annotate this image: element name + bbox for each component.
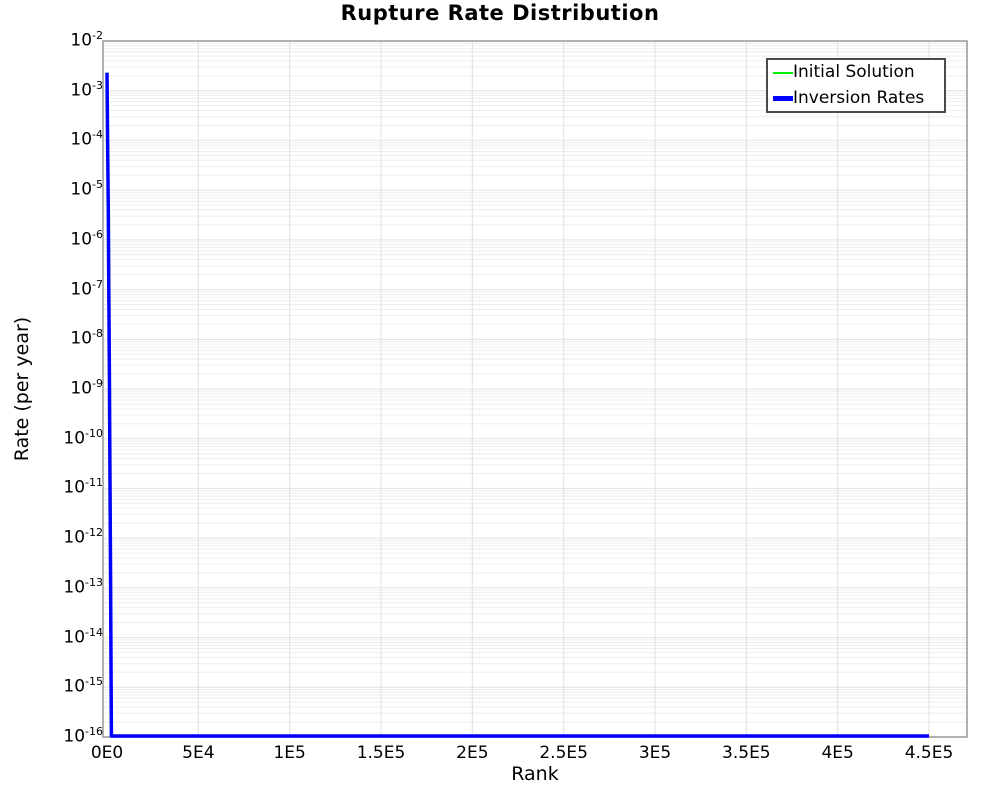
plot-area <box>0 0 1000 800</box>
y-axis-title: Rate (per year) <box>11 317 33 461</box>
y-tick-label: 10-4 <box>70 128 103 150</box>
y-tick-label: 10-6 <box>70 228 103 250</box>
x-tick-label: 3E5 <box>610 743 700 763</box>
y-tick-label: 10-9 <box>70 377 103 399</box>
y-tick-label: 10-12 <box>63 526 103 548</box>
legend-label: Initial Solution <box>793 64 915 81</box>
x-tick-label: 4.5E5 <box>884 743 974 763</box>
y-tick-label: 10-3 <box>70 79 103 101</box>
x-axis-title: Rank <box>511 763 558 785</box>
x-tick-label: 1E5 <box>245 743 335 763</box>
chart-canvas: Rupture Rate Distribution 10-210-310-410… <box>0 0 1000 800</box>
blue-line-sample-icon <box>773 96 793 101</box>
y-tick-label: 10-10 <box>63 427 103 449</box>
x-tick-label: 3.5E5 <box>701 743 791 763</box>
x-tick-label: 5E4 <box>153 743 243 763</box>
legend-label: Inversion Rates <box>793 90 924 107</box>
legend-item-inversion-rates: Inversion Rates <box>773 86 944 112</box>
y-tick-label: 10-5 <box>70 178 103 200</box>
x-tick-label: 4E5 <box>793 743 883 763</box>
x-tick-label: 2E5 <box>427 743 517 763</box>
x-tick-label: 1.5E5 <box>336 743 426 763</box>
y-tick-label: 10-8 <box>70 327 103 349</box>
y-tick-label: 10-13 <box>63 576 103 598</box>
y-tick-label: 10-11 <box>63 476 103 498</box>
x-tick-label: 0E0 <box>62 743 152 763</box>
legend-item-initial-solution: Initial Solution <box>773 60 944 86</box>
y-tick-label: 10-15 <box>63 675 103 697</box>
x-tick-label: 2.5E5 <box>519 743 609 763</box>
y-tick-label: 10-7 <box>70 278 103 300</box>
y-tick-label: 10-14 <box>63 626 103 648</box>
green-line-sample-icon <box>773 72 793 74</box>
legend: Initial Solution Inversion Rates <box>766 58 946 113</box>
y-tick-label: 10-2 <box>70 29 103 51</box>
